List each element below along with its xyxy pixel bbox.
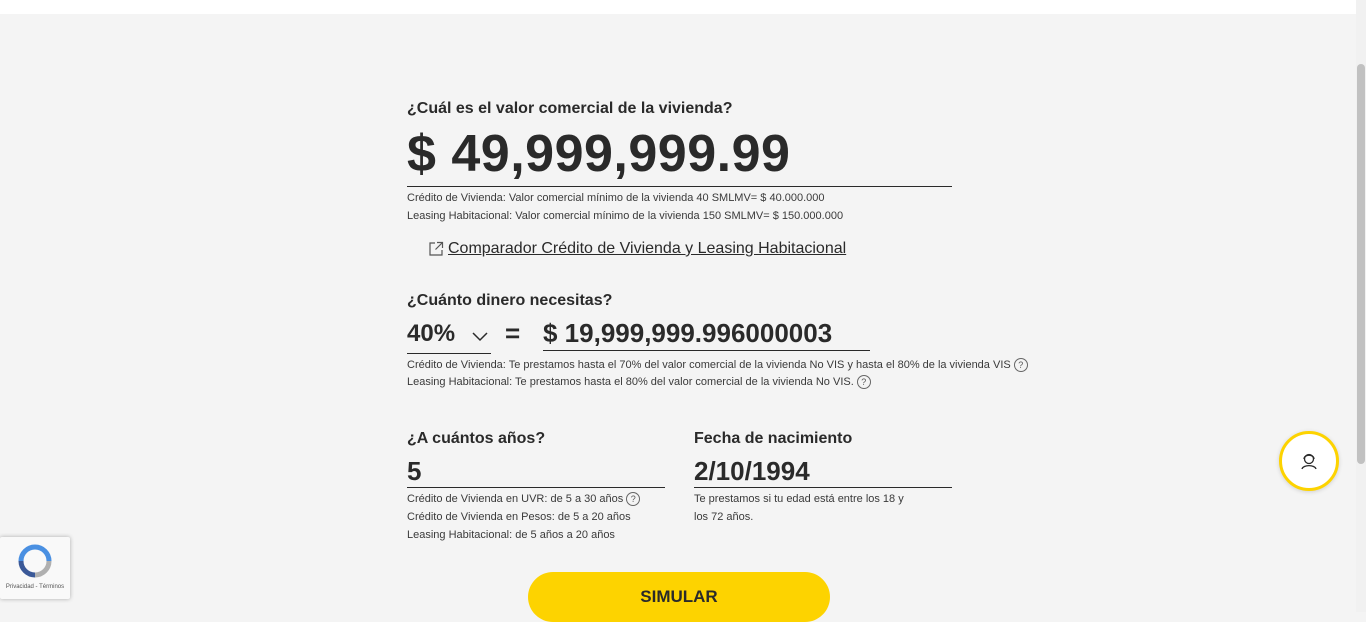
- comparator-link[interactable]: Comparador Crédito de Vivienda y Leasing…: [428, 240, 846, 258]
- birth-date-underline: [694, 487, 952, 488]
- equals-sign: =: [505, 318, 521, 348]
- loan-percent-underline: [407, 353, 491, 354]
- recaptcha-badge[interactable]: Privacidad - Términos: [0, 537, 70, 599]
- term-note-uvr: Crédito de Vivienda en UVR: de 5 a 30 añ…: [407, 490, 641, 508]
- property-value-underline: [407, 186, 952, 187]
- recaptcha-icon: [18, 544, 52, 578]
- birth-date-input[interactable]: 2/10/1994: [694, 456, 810, 487]
- property-value-input[interactable]: $ 49,999,999.99: [407, 124, 790, 184]
- support-agent-icon: [1301, 453, 1317, 470]
- term-note-pesos: Crédito de Vivienda en Pesos: de 5 a 20 …: [407, 511, 631, 523]
- term-note-uvr-text: Crédito de Vivienda en UVR: de 5 a 30 añ…: [407, 493, 624, 505]
- scrollbar[interactable]: [1356, 0, 1366, 612]
- loan-percent-select[interactable]: 40%: [407, 320, 455, 348]
- chevron-down-icon[interactable]: [470, 326, 490, 346]
- loan-question: ¿Cuánto dinero necesitas?: [407, 292, 613, 309]
- property-value-question: ¿Cuál es el valor comercial de la vivien…: [407, 100, 733, 117]
- birth-note-line1: Te prestamos si tu edad está entre los 1…: [694, 493, 904, 505]
- help-icon[interactable]: ?: [856, 375, 871, 390]
- comparator-link-label[interactable]: Comparador Crédito de Vivienda y Leasing…: [448, 240, 846, 258]
- loan-amount-input[interactable]: $ 19,999,999.996000003: [543, 318, 832, 349]
- loan-note-credito-text: Crédito de Vivienda: Te prestamos hasta …: [407, 359, 1011, 371]
- loan-note-credito: Crédito de Vivienda: Te prestamos hasta …: [407, 356, 1028, 374]
- loan-note-leasing: Leasing Habitacional: Te prestamos hasta…: [407, 373, 871, 391]
- term-years-input[interactable]: 5: [407, 456, 421, 487]
- recaptcha-text[interactable]: Privacidad - Términos: [0, 584, 70, 590]
- external-link-icon: [428, 241, 444, 257]
- term-question: ¿A cuántos años?: [407, 430, 546, 447]
- simulate-button[interactable]: SIMULAR: [528, 572, 830, 622]
- property-note-credito: Crédito de Vivienda: Valor comercial mín…: [407, 192, 825, 204]
- term-note-leasing: Leasing Habitacional: de 5 años a 20 año…: [407, 529, 615, 541]
- birth-date-question: Fecha de nacimiento: [694, 430, 853, 447]
- loan-amount-underline: [543, 350, 870, 351]
- chat-help-button[interactable]: [1279, 431, 1339, 491]
- scrollbar-thumb[interactable]: [1357, 64, 1365, 464]
- birth-note-line2: los 72 años.: [694, 511, 754, 523]
- loan-note-leasing-text: Leasing Habitacional: Te prestamos hasta…: [407, 376, 854, 388]
- help-icon[interactable]: ?: [1013, 358, 1028, 373]
- term-underline: [407, 487, 665, 488]
- top-bar: [0, 0, 1356, 14]
- help-icon[interactable]: ?: [626, 492, 641, 507]
- property-note-leasing: Leasing Habitacional: Valor comercial mí…: [407, 210, 844, 222]
